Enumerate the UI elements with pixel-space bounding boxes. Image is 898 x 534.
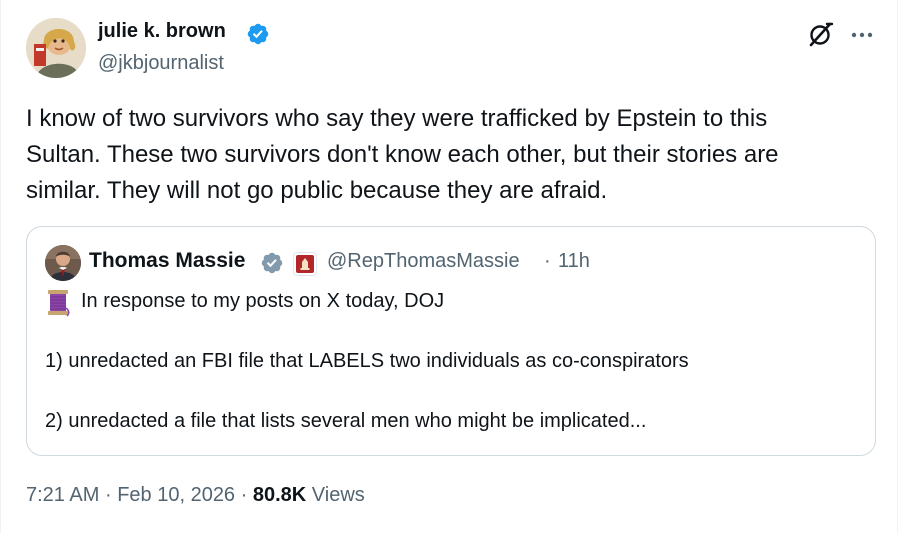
quoted-author-handle[interactable]: @RepThomasMassie: [327, 250, 520, 273]
tweet-meta: 7:21 AM · Feb 10, 2026 · 80.8K Views: [26, 484, 365, 507]
quoted-tweet-line-2: 1) unredacted an FBI file that LABELS tw…: [45, 350, 689, 372]
author-avatar-illustration: [26, 18, 86, 78]
government-affiliate-badge-icon[interactable]: [293, 252, 317, 276]
meta-separator: ·: [104, 484, 112, 506]
author-display-name[interactable]: julie k. brown: [98, 20, 226, 43]
quoted-avatar-illustration: [45, 245, 81, 281]
tweet-date[interactable]: Feb 10, 2026: [117, 484, 235, 506]
verified-badge-icon[interactable]: [246, 22, 270, 46]
quoted-timestamp[interactable]: 11h: [558, 250, 590, 273]
author-handle[interactable]: @jkbjournalist: [98, 52, 224, 75]
views-count: 80.8K: [252, 484, 307, 506]
quoted-tweet-line-3: 2) unredacted a file that lists several …: [45, 410, 647, 432]
tweet-time[interactable]: 7:21 AM: [26, 484, 99, 506]
tweet-detail: julie k. brown @jkbjournalist I know of …: [0, 0, 898, 533]
more-options-icon[interactable]: [847, 21, 877, 49]
quoted-separator: ·: [544, 250, 551, 272]
views-label: Views: [311, 484, 365, 506]
grok-icon[interactable]: [805, 20, 835, 50]
verified-badge-grey-icon[interactable]: [260, 251, 284, 275]
tweet-text: I know of two survivors who say they wer…: [26, 105, 779, 204]
quoted-tweet-card[interactable]: Thomas Massie @RepThomasMassie · 11h In …: [26, 226, 876, 456]
author-avatar[interactable]: [26, 18, 86, 78]
meta-separator: ·: [240, 484, 248, 506]
quoted-author-avatar[interactable]: [45, 245, 81, 281]
thread-spool-icon: [48, 290, 70, 317]
quoted-tweet-line-1: In response to my posts on X today, DOJ: [81, 290, 445, 312]
quoted-author-display-name[interactable]: Thomas Massie: [89, 249, 245, 273]
house-seal-icon: [296, 255, 314, 273]
